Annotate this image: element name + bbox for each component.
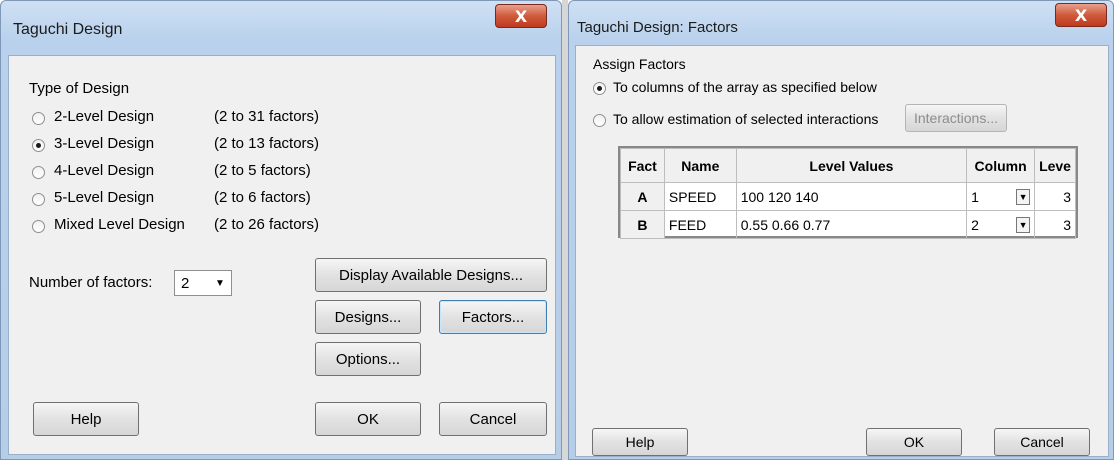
header-column: Column	[966, 148, 1036, 183]
design-label-2-level: 2-Level Design	[54, 108, 155, 125]
dialog-title: Taguchi Design	[13, 21, 123, 38]
options-button[interactable]: Options...	[315, 342, 421, 376]
dialog-title: Taguchi Design: Factors	[577, 19, 738, 36]
design-range-mixed-level: (2 to 26 factors)	[214, 216, 320, 233]
chevron-down-icon[interactable]: ▼	[1016, 188, 1031, 205]
table-header-row: Fact Name Level Values Column Leve	[620, 148, 1076, 183]
row-column-select[interactable]: 2 ▼	[966, 210, 1036, 239]
design-label-5-level: 5-Level Design	[54, 189, 155, 206]
radio-2-level[interactable]	[32, 112, 45, 125]
interactions-button[interactable]: Interactions...	[905, 104, 1007, 132]
dialog-body: Type of Design 2-Level Design (2 to 31 f…	[8, 55, 556, 455]
radio-columns-as-specified[interactable]	[593, 82, 606, 95]
design-label-3-level: 3-Level Design	[54, 135, 155, 152]
header-leve: Leve	[1034, 148, 1076, 183]
option-columns-as-specified: To columns of the array as specified bel…	[613, 79, 877, 95]
design-label-mixed-level: Mixed Level Design	[54, 216, 185, 233]
chevron-down-icon[interactable]: ▼	[211, 273, 229, 293]
help-button[interactable]: Help	[592, 428, 688, 456]
ok-button[interactable]: OK	[866, 428, 962, 456]
row-name-cell[interactable]: FEED	[663, 210, 737, 239]
assign-factors-label: Assign Factors	[593, 56, 686, 72]
number-of-factors-label: Number of factors:	[29, 274, 153, 291]
design-range-3-level: (2 to 13 factors)	[214, 135, 320, 152]
row-column-value: 1	[971, 188, 979, 205]
radio-mixed-level[interactable]	[32, 220, 45, 233]
table-row: B FEED 0.55 0.66 0.77 2 ▼ 3	[620, 210, 1076, 239]
row-levels-cell[interactable]: 100 120 140	[735, 182, 968, 211]
chevron-down-icon[interactable]: ▼	[1016, 216, 1031, 233]
row-column-select[interactable]: 1 ▼	[966, 182, 1036, 211]
row-leve-cell: 3	[1034, 182, 1076, 211]
title-bar[interactable]: Taguchi Design: Factors X	[569, 1, 1113, 45]
taguchi-design-dialog: Taguchi Design X Type of Design 2-Level …	[0, 0, 562, 460]
dialog-body: Assign Factors To columns of the array a…	[575, 45, 1109, 457]
cancel-button[interactable]: Cancel	[439, 402, 547, 436]
header-level-values: Level Values	[735, 148, 968, 183]
row-levels-cell[interactable]: 0.55 0.66 0.77	[735, 210, 968, 239]
radio-estimate-interactions[interactable]	[593, 114, 606, 127]
title-bar[interactable]: Taguchi Design X	[1, 1, 561, 45]
taguchi-factors-dialog: Taguchi Design: Factors X Assign Factors…	[568, 0, 1114, 460]
design-range-5-level: (2 to 6 factors)	[214, 189, 311, 206]
design-range-4-level: (2 to 5 factors)	[214, 162, 311, 179]
design-label-4-level: 4-Level Design	[54, 162, 155, 179]
row-fact: A	[620, 182, 665, 211]
help-button[interactable]: Help	[33, 402, 139, 436]
factors-table: Fact Name Level Values Column Leve A SPE…	[618, 146, 1078, 239]
type-of-design-label: Type of Design	[29, 80, 130, 97]
header-fact: Fact	[620, 148, 665, 183]
row-leve-cell: 3	[1034, 210, 1076, 239]
close-icon[interactable]: X	[1055, 3, 1107, 27]
option-estimate-interactions: To allow estimation of selected interact…	[613, 111, 879, 127]
number-of-factors-select[interactable]: 2 ▼	[174, 270, 232, 296]
number-of-factors-value: 2	[181, 275, 190, 292]
table-row: A SPEED 100 120 140 1 ▼ 3	[620, 182, 1076, 211]
radio-5-level[interactable]	[32, 193, 45, 206]
radio-4-level[interactable]	[32, 166, 45, 179]
radio-3-level[interactable]	[32, 139, 45, 152]
design-range-2-level: (2 to 31 factors)	[214, 108, 320, 125]
header-name: Name	[663, 148, 737, 183]
close-icon[interactable]: X	[495, 4, 547, 28]
designs-button[interactable]: Designs...	[315, 300, 421, 334]
ok-button[interactable]: OK	[315, 402, 421, 436]
row-fact: B	[620, 210, 665, 239]
cancel-button[interactable]: Cancel	[994, 428, 1090, 456]
row-column-value: 2	[971, 216, 979, 233]
row-name-cell[interactable]: SPEED	[663, 182, 737, 211]
display-available-designs-button[interactable]: Display Available Designs...	[315, 258, 547, 292]
factors-button[interactable]: Factors...	[439, 300, 547, 334]
